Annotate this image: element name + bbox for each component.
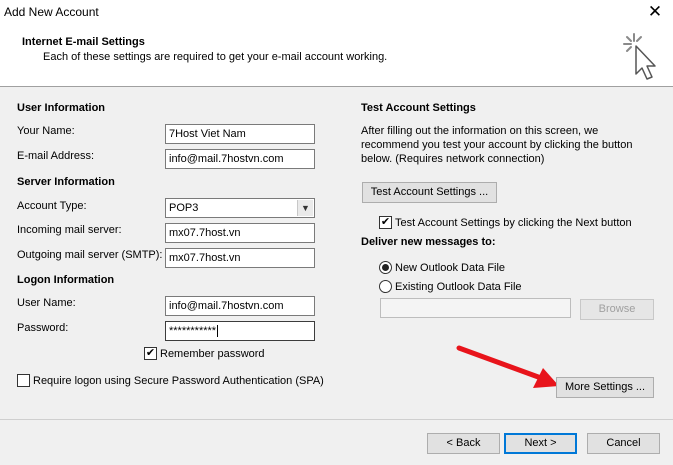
- password-input[interactable]: ***********: [165, 321, 315, 341]
- outgoing-server-label: Outgoing mail server (SMTP):: [17, 249, 163, 261]
- checkmark-icon: ✔: [145, 347, 156, 359]
- server-info-heading: Server Information: [17, 176, 115, 188]
- test-on-next-label: Test Account Settings by clicking the Ne…: [395, 217, 632, 229]
- browse-button[interactable]: Browse: [580, 299, 654, 320]
- more-settings-button[interactable]: More Settings ...: [556, 377, 654, 398]
- test-account-settings-button[interactable]: Test Account Settings ...: [362, 182, 497, 203]
- footer-divider: [0, 419, 673, 420]
- username-input[interactable]: info@mail.7hostvn.com: [165, 296, 315, 316]
- test-settings-heading: Test Account Settings: [361, 102, 476, 114]
- test-on-next-checkbox[interactable]: ✔: [379, 216, 392, 229]
- name-input[interactable]: 7Host Viet Nam: [165, 124, 315, 144]
- next-button[interactable]: Next >: [504, 433, 577, 454]
- email-input[interactable]: info@mail.7hostvn.com: [165, 149, 315, 169]
- back-button[interactable]: < Back: [427, 433, 500, 454]
- spa-label: Require logon using Secure Password Auth…: [33, 375, 324, 387]
- incoming-server-input[interactable]: mx07.7host.vn: [165, 223, 315, 243]
- page-subtitle: Each of these settings are required to g…: [43, 51, 388, 63]
- name-label: Your Name:: [17, 125, 75, 137]
- window-title: Add New Account: [4, 5, 99, 19]
- deliver-heading: Deliver new messages to:: [361, 236, 496, 248]
- cursor-click-icon: [623, 33, 656, 80]
- text-caret: [217, 325, 219, 337]
- cancel-button[interactable]: Cancel: [587, 433, 660, 454]
- page-title: Internet E-mail Settings: [22, 36, 145, 48]
- remember-password-label: Remember password: [160, 348, 265, 360]
- account-type-label: Account Type:: [17, 200, 87, 212]
- account-type-value: POP3: [169, 202, 199, 214]
- existing-data-file-path[interactable]: [380, 298, 571, 318]
- account-type-select[interactable]: POP3 ▼: [165, 198, 315, 218]
- test-description-line2: recommend you test your account by click…: [361, 139, 633, 151]
- incoming-server-label: Incoming mail server:: [17, 224, 122, 236]
- logon-info-heading: Logon Information: [17, 274, 115, 286]
- new-data-file-radio[interactable]: [379, 261, 392, 274]
- existing-data-file-radio[interactable]: [379, 280, 392, 293]
- password-label: Password:: [17, 322, 69, 334]
- close-icon[interactable]: ✕: [646, 3, 664, 22]
- new-data-file-label: New Outlook Data File: [395, 262, 506, 274]
- username-label: User Name:: [17, 297, 76, 309]
- test-description-line3: below. (Requires network connection): [361, 153, 545, 165]
- radio-dot-icon: [382, 264, 389, 271]
- chevron-down-icon[interactable]: ▼: [297, 200, 313, 216]
- checkmark-icon: ✔: [380, 216, 391, 228]
- spa-checkbox[interactable]: [17, 374, 30, 387]
- existing-data-file-label: Existing Outlook Data File: [395, 281, 522, 293]
- outgoing-server-input[interactable]: mx07.7host.vn: [165, 248, 315, 268]
- user-info-heading: User Information: [17, 102, 106, 114]
- remember-password-checkbox[interactable]: ✔: [144, 347, 157, 360]
- email-label: E-mail Address:: [17, 150, 95, 162]
- password-value: ***********: [169, 325, 217, 337]
- test-description-line1: After filling out the information on thi…: [361, 125, 599, 137]
